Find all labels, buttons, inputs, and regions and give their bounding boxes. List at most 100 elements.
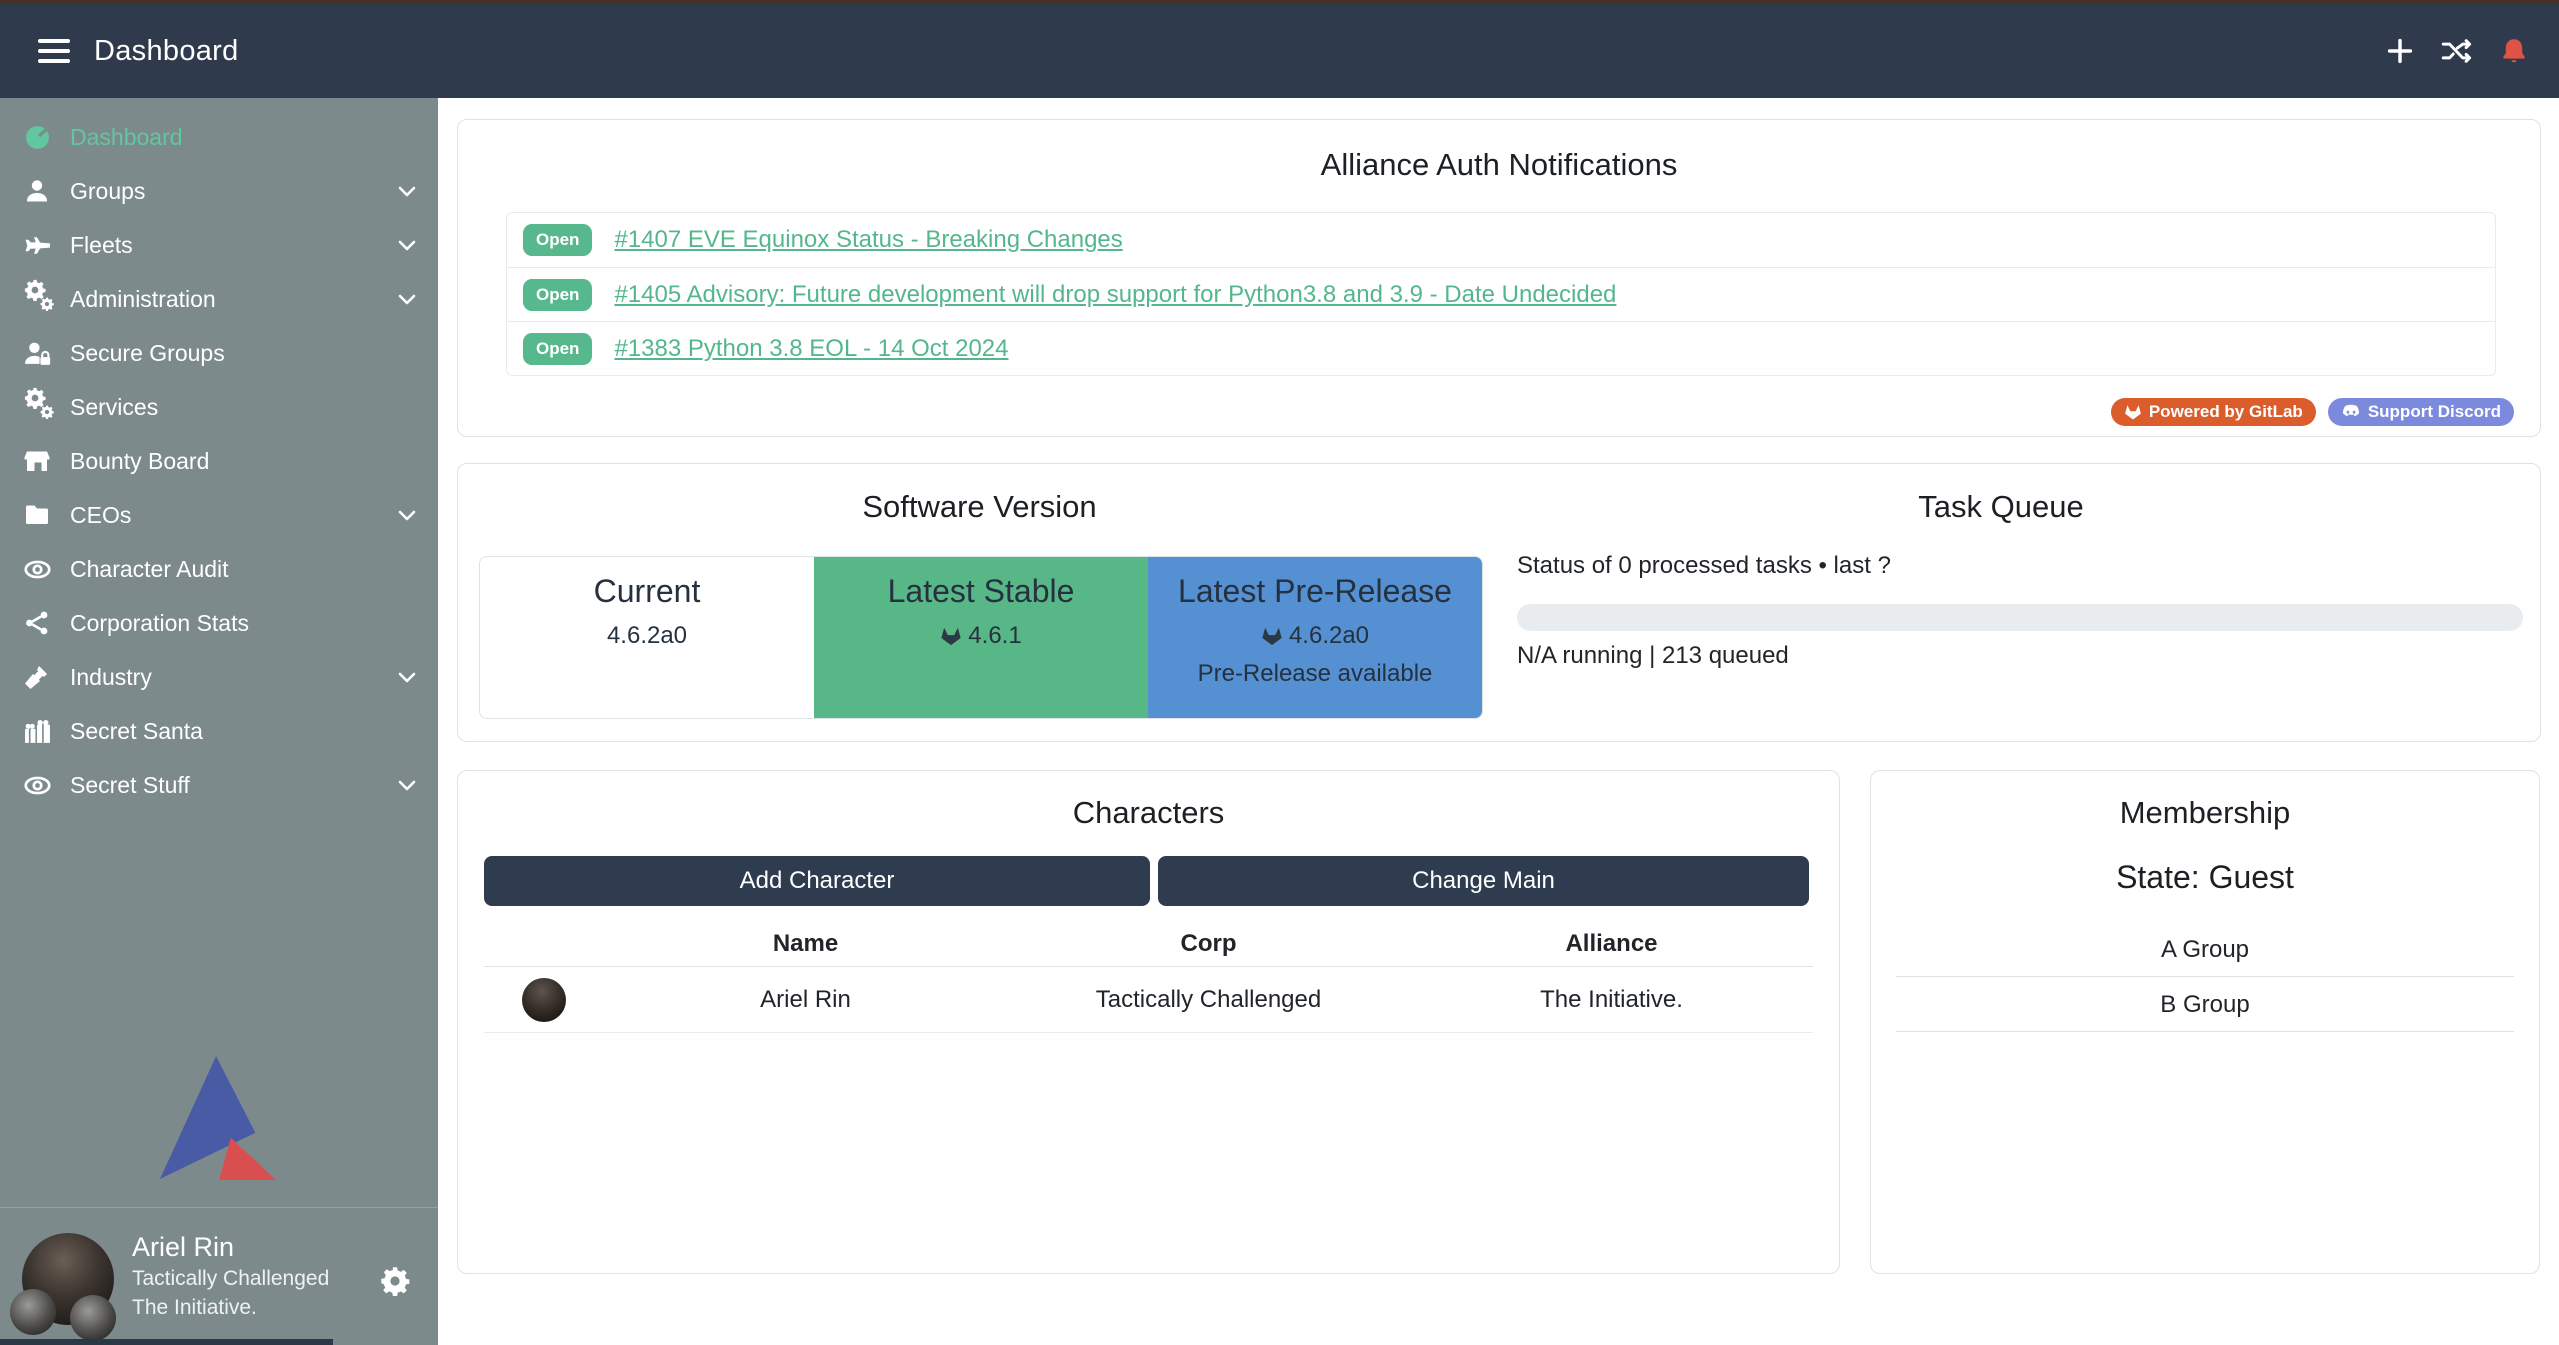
- version-stable-cell: Latest Stable 4.6.1: [814, 557, 1148, 718]
- version-current-value: 4.6.2a0: [607, 622, 687, 650]
- sidebar: Dashboard Groups Fleets Administration: [0, 98, 438, 1345]
- user-alliance: The Initiative.: [132, 1293, 329, 1322]
- gauge-icon: [24, 124, 70, 151]
- group-row: A Group: [1896, 922, 2514, 977]
- task-queue-title: Task Queue: [1501, 489, 2501, 525]
- add-character-button[interactable]: Add Character: [484, 856, 1150, 906]
- chevron-down-icon: [398, 510, 416, 521]
- settings-gear-icon[interactable]: [380, 1266, 410, 1296]
- sidebar-item-label: Secret Stuff: [70, 772, 398, 799]
- chevron-down-icon: [398, 672, 416, 683]
- sidebar-item-label: Fleets: [70, 232, 398, 259]
- alliance-logo-badge: [70, 1295, 116, 1341]
- gitlab-badge-label: Powered by GitLab: [2149, 402, 2303, 422]
- sidebar-item-corporation-stats[interactable]: Corporation Stats: [0, 596, 438, 650]
- chevron-down-icon: [398, 780, 416, 791]
- eye-icon: [24, 556, 70, 583]
- version-table: Current 4.6.2a0 Latest Stable 4.6.1 Late…: [479, 556, 1483, 719]
- sidebar-item-label: Dashboard: [70, 124, 416, 151]
- sidebar-item-character-audit[interactable]: Character Audit: [0, 542, 438, 596]
- column-header-corp: Corp: [1007, 930, 1410, 958]
- column-header-alliance: Alliance: [1410, 930, 1813, 958]
- fighter-jet-icon: [24, 232, 70, 259]
- user-panel: Ariel Rin Tactically Challenged The Init…: [0, 1228, 438, 1338]
- gears-icon: [24, 287, 70, 311]
- discord-badge[interactable]: Support Discord: [2328, 398, 2514, 426]
- task-queue-status: Status of 0 processed tasks • last ?: [1517, 552, 1891, 580]
- sidebar-item-groups[interactable]: Groups: [0, 164, 438, 218]
- folder-icon: [24, 502, 70, 528]
- share-icon: [24, 610, 70, 636]
- notification-row: Open #1405 Advisory: Future development …: [507, 267, 2495, 321]
- version-prerelease-label: Latest Pre-Release: [1148, 573, 1482, 610]
- user-corp: Tactically Challenged: [132, 1264, 329, 1293]
- user-icon: [24, 178, 70, 204]
- hammer-icon: [24, 664, 70, 690]
- character-alliance: The Initiative.: [1410, 986, 1813, 1014]
- sidebar-item-label: Bounty Board: [70, 448, 416, 475]
- gitlab-fox-icon: [2124, 403, 2142, 421]
- sidebar-item-secret-stuff[interactable]: Secret Stuff: [0, 758, 438, 812]
- sidebar-item-administration[interactable]: Administration: [0, 272, 438, 326]
- sidebar-item-secure-groups[interactable]: Secure Groups: [0, 326, 438, 380]
- sidebar-item-dashboard[interactable]: Dashboard: [0, 110, 438, 164]
- version-stable-label: Latest Stable: [814, 573, 1148, 610]
- gears-icon: [24, 395, 70, 419]
- characters-title: Characters: [458, 795, 1839, 831]
- gifts-icon: [24, 718, 70, 745]
- characters-table: Name Corp Alliance Ariel Rin Tactically …: [484, 921, 1813, 1033]
- notification-row: Open #1407 EVE Equinox Status - Breaking…: [507, 213, 2495, 267]
- prerelease-note: Pre-Release available: [1148, 660, 1482, 688]
- sidebar-item-label: CEOs: [70, 502, 398, 529]
- sidebar-bottom-strip: [0, 1339, 333, 1345]
- sidebar-item-label: Secret Santa: [70, 718, 416, 745]
- chevron-down-icon: [398, 294, 416, 305]
- version-prerelease-cell: Latest Pre-Release 4.6.2a0 Pre-Release a…: [1148, 557, 1482, 718]
- sidebar-item-industry[interactable]: Industry: [0, 650, 438, 704]
- notifications-title: Alliance Auth Notifications: [458, 147, 2540, 183]
- notifications-bell-icon[interactable]: [2499, 36, 2529, 66]
- character-avatar: [522, 978, 566, 1022]
- store-icon: [24, 448, 70, 474]
- notification-link[interactable]: #1383 Python 3.8 EOL - 14 Oct 2024: [614, 335, 1008, 363]
- menu-toggle-icon[interactable]: [38, 33, 72, 69]
- chevron-down-icon: [398, 240, 416, 251]
- software-taskqueue-panel: Software Version Task Queue Current 4.6.…: [457, 463, 2541, 742]
- character-corp: Tactically Challenged: [1007, 986, 1410, 1014]
- shuffle-icon[interactable]: [2441, 37, 2473, 65]
- page-title: Dashboard: [94, 35, 239, 68]
- column-header-name: Name: [604, 930, 1007, 958]
- membership-state: State: Guest: [1871, 859, 2539, 896]
- version-current-cell: Current 4.6.2a0: [480, 557, 814, 718]
- characters-panel: Characters Add Character Change Main Nam…: [457, 770, 1840, 1274]
- group-row: B Group: [1896, 977, 2514, 1032]
- sidebar-item-bounty-board[interactable]: Bounty Board: [0, 434, 438, 488]
- gitlab-badge[interactable]: Powered by GitLab: [2111, 398, 2316, 426]
- status-badge: Open: [523, 333, 592, 365]
- table-row: Ariel Rin Tactically Challenged The Init…: [484, 967, 1813, 1033]
- version-prerelease-value: 4.6.2a0: [1289, 622, 1369, 650]
- task-progress-bar: [1517, 604, 2523, 631]
- sidebar-item-services[interactable]: Services: [0, 380, 438, 434]
- page: Dashboard Dashboard Groups Fleets: [0, 0, 2559, 1345]
- sidebar-item-ceos[interactable]: CEOs: [0, 488, 438, 542]
- sidebar-item-fleets[interactable]: Fleets: [0, 218, 438, 272]
- user-lock-icon: [24, 340, 70, 367]
- add-icon[interactable]: [2385, 36, 2415, 66]
- sidebar-item-label: Groups: [70, 178, 398, 205]
- corp-logo-badge: [10, 1289, 56, 1335]
- alliance-auth-logo: [160, 1056, 278, 1184]
- notification-link[interactable]: #1407 EVE Equinox Status - Breaking Chan…: [614, 226, 1122, 254]
- discord-icon: [2341, 404, 2361, 420]
- sidebar-item-secret-santa[interactable]: Secret Santa: [0, 704, 438, 758]
- sidebar-item-label: Services: [70, 394, 416, 421]
- sidebar-divider: [0, 1207, 438, 1208]
- membership-groups: A Group B Group: [1896, 922, 2514, 1032]
- change-main-button[interactable]: Change Main: [1158, 856, 1809, 906]
- notification-link[interactable]: #1405 Advisory: Future development will …: [614, 281, 1616, 309]
- chevron-down-icon: [398, 186, 416, 197]
- sidebar-item-label: Corporation Stats: [70, 610, 416, 637]
- footer-badges: Powered by GitLab Support Discord: [2111, 398, 2514, 426]
- characters-table-header: Name Corp Alliance: [484, 921, 1813, 967]
- character-name: Ariel Rin: [604, 986, 1007, 1014]
